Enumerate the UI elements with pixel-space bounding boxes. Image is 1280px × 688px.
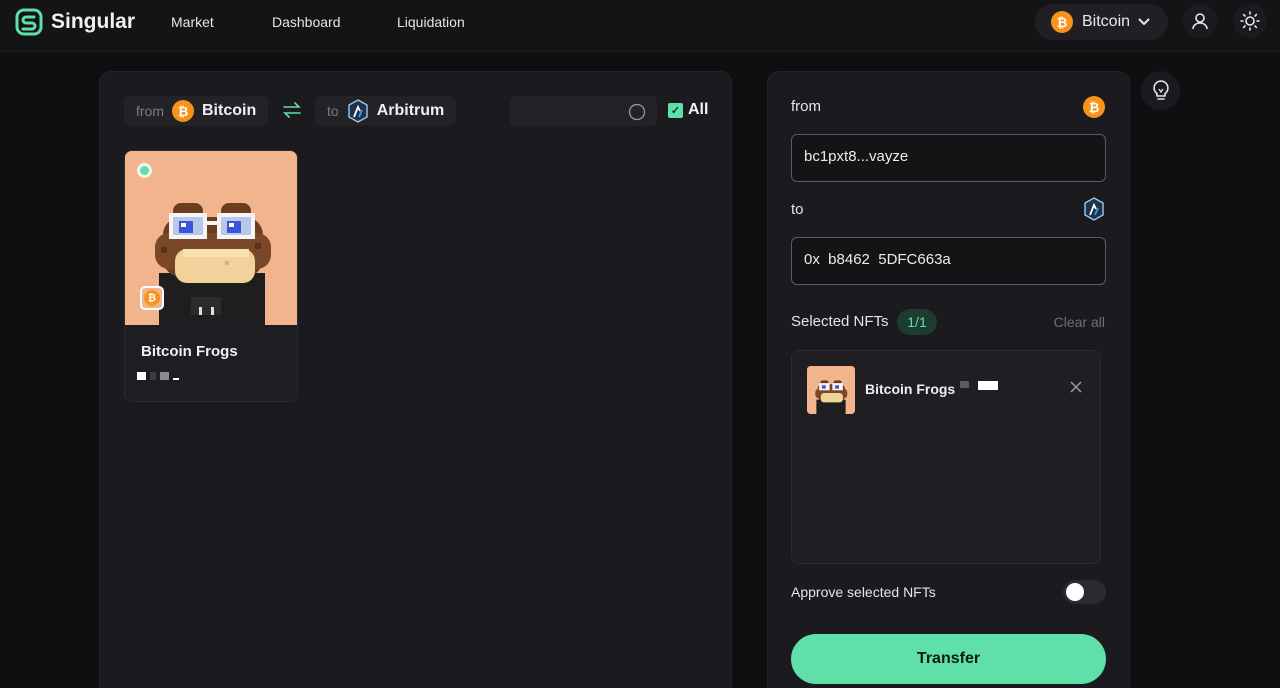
nav-dashboard[interactable]: Dashboard [272,14,341,30]
chain-selector[interactable]: ₿ Bitcoin [1035,4,1168,40]
search-icon[interactable] [628,103,646,121]
approve-label: Approve selected NFTs [791,584,936,600]
clear-all-button[interactable]: Clear all [1054,314,1105,330]
selected-count-badge: 1/1 [897,309,937,335]
singular-logo-icon [15,8,43,36]
redacted-block [978,381,998,390]
app-name: Singular [51,10,136,33]
redacted-block [150,372,156,380]
from-address-label: from [791,98,821,115]
theme-toggle-button[interactable] [1233,4,1267,38]
nft-selection-panel: from ₿ Bitcoin to Arbitrum ✓ All ₿ Bitco… [99,71,732,688]
arbitrum-icon [1084,197,1104,221]
from-address-input[interactable] [804,148,1094,165]
lightbulb-icon [1152,79,1169,100]
from-chain-pill[interactable]: from ₿ Bitcoin [124,96,269,126]
to-chain-prefix: to [327,103,339,119]
selected-nfts-label: Selected NFTs [791,313,889,330]
to-address-field [791,237,1106,285]
select-all-checkbox[interactable]: ✓ [668,103,683,118]
to-chain-name: Arbitrum [376,102,445,119]
nft-card[interactable]: ₿ Bitcoin Frogs [124,150,298,402]
search-input[interactable] [518,100,626,122]
to-chain-pill[interactable]: to Arbitrum [315,96,457,126]
account-button[interactable] [1183,4,1217,38]
to-address-input[interactable] [804,251,1094,268]
chain-selector-label: Bitcoin [1082,13,1131,30]
approve-toggle[interactable] [1063,580,1106,604]
bitcoin-icon: ₿ [1083,96,1105,118]
top-nav-bar: Singular Market Dashboard Liquidation ₿ … [0,0,1280,52]
search-box [510,96,657,126]
selected-nft-name: Bitcoin Frogs [865,381,956,397]
nft-name: Bitcoin Frogs [141,343,238,360]
transfer-panel: from ₿ to Selected NFTs 1/1 Clear all [767,71,1130,688]
redacted-block [173,378,179,380]
close-icon[interactable] [1070,381,1082,393]
transfer-button[interactable]: Transfer [791,634,1106,684]
from-chain-prefix: from [136,103,164,119]
nav-liquidation[interactable]: Liquidation [397,14,465,30]
selected-nfts-list: Bitcoin Frogs [791,350,1101,564]
selected-indicator [137,163,152,178]
hint-button[interactable] [1141,71,1180,110]
bitcoin-icon: ₿ [1051,11,1073,33]
arbitrum-icon [347,99,368,123]
to-address-label: to [791,201,804,218]
sun-icon [1240,11,1260,31]
app-logo[interactable]: Singular [14,7,135,37]
nft-id-redacted [137,370,179,382]
redacted-block [137,372,146,380]
nft-chain-badge: ₿ [140,286,164,310]
bitcoin-icon: ₿ [172,100,194,122]
from-address-field [791,134,1106,182]
frog-artwork [807,366,855,414]
from-chain-name: Bitcoin [202,102,257,119]
redacted-block [960,381,969,388]
user-icon [1192,13,1208,30]
toggle-knob [1066,583,1084,601]
redacted-block [160,372,169,380]
check-icon: ✓ [670,105,681,117]
nav-market[interactable]: Market [171,14,214,30]
select-all-label[interactable]: All [688,101,708,119]
swap-arrows-icon[interactable] [282,102,302,118]
selected-nft-thumbnail [807,366,855,414]
bitcoin-icon: ₿ [144,290,160,306]
chevron-down-icon [1138,18,1150,26]
